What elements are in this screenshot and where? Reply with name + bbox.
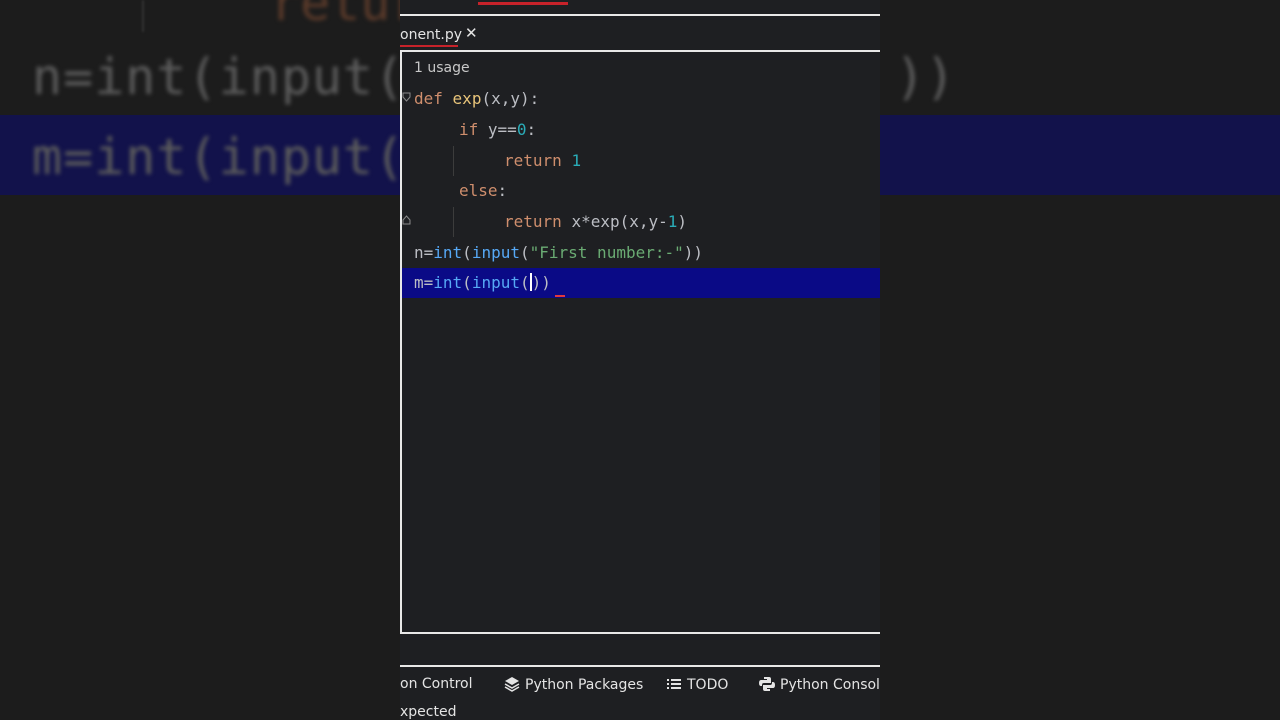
builtin-function: input: [471, 243, 520, 262]
layers-icon: [504, 676, 520, 692]
string-literal: "First number:-": [529, 243, 684, 262]
builtin-function: int: [433, 273, 463, 292]
number-literal: 1: [571, 151, 582, 170]
code-editor[interactable]: 1 usage def exp(x,y): if y==0: return 1 …: [400, 52, 880, 634]
python-icon: [759, 676, 775, 692]
ide-panel: onent.py ✕ 1 usage def exp(x,y): if y==0…: [400, 0, 880, 720]
code-line-7-current[interactable]: m=int(input()): [402, 268, 880, 298]
tab-file-label[interactable]: onent.py: [400, 27, 462, 43]
editor-tab-bar: onent.py ✕: [400, 16, 880, 52]
breadcrumb-error-underline: [478, 2, 568, 5]
keyword: def: [414, 89, 443, 108]
tool-todo[interactable]: TODO: [666, 676, 728, 693]
code-line-3: return 1: [402, 146, 880, 176]
bg-code-line-n: n=int(input(": [32, 48, 437, 106]
code-text: (: [519, 243, 530, 262]
builtin-function: input: [471, 273, 520, 292]
code-text: :: [497, 181, 508, 200]
bg-return-fragment: retur: [270, 0, 421, 32]
tool-label: Python Console: [780, 677, 880, 693]
code-line-2: if y==0:: [402, 115, 880, 145]
code-text: ): [677, 212, 688, 231]
code-text: (x,y):: [481, 89, 540, 108]
code-text: )): [683, 243, 704, 262]
keyword: return: [504, 151, 562, 170]
tab-close-icon[interactable]: ✕: [465, 24, 478, 42]
keyword: else: [459, 181, 498, 200]
status-message: xpected: [400, 704, 457, 720]
code-text: x*exp(x,y-: [571, 212, 668, 231]
bg-paren-tail: )): [895, 48, 956, 106]
code-text: )): [531, 273, 551, 292]
number-literal: 0: [516, 120, 527, 139]
tool-python-console[interactable]: Python Console: [759, 676, 880, 693]
tool-window-bar: on Control Python Packages TODO Python C…: [400, 665, 880, 705]
bg-code-line-m: m=int(input(: [32, 128, 406, 186]
code-text: (: [462, 273, 472, 292]
code-text: n=: [414, 243, 434, 262]
keyword: if: [459, 120, 479, 139]
list-icon: [666, 676, 682, 692]
tab-error-underline: [400, 45, 458, 47]
keyword: return: [504, 212, 562, 231]
error-squiggle: [554, 295, 565, 297]
code-text: :: [526, 120, 537, 139]
code-text: y==: [487, 120, 517, 139]
function-name: exp: [452, 89, 482, 108]
code-text: (: [462, 243, 472, 262]
code-line-4: else:: [402, 176, 880, 206]
tool-python-packages[interactable]: Python Packages: [504, 676, 643, 693]
code-line-5: return x*exp(x,y-1): [402, 207, 880, 237]
code-text: m=: [414, 273, 434, 292]
bg-indent-guide: [142, 0, 144, 32]
tool-version-control[interactable]: on Control: [400, 676, 473, 692]
tool-label: TODO: [687, 677, 729, 693]
builtin-function: int: [433, 243, 463, 262]
code-line-1: def exp(x,y):: [402, 84, 880, 114]
code-line-6: n=int(input("First number:-")): [402, 238, 880, 268]
number-literal: 1: [667, 212, 678, 231]
tool-label: Python Packages: [525, 677, 644, 693]
usage-hint[interactable]: 1 usage: [414, 60, 470, 76]
breadcrumb-strip: [400, 0, 880, 16]
code-text: (: [519, 273, 530, 292]
